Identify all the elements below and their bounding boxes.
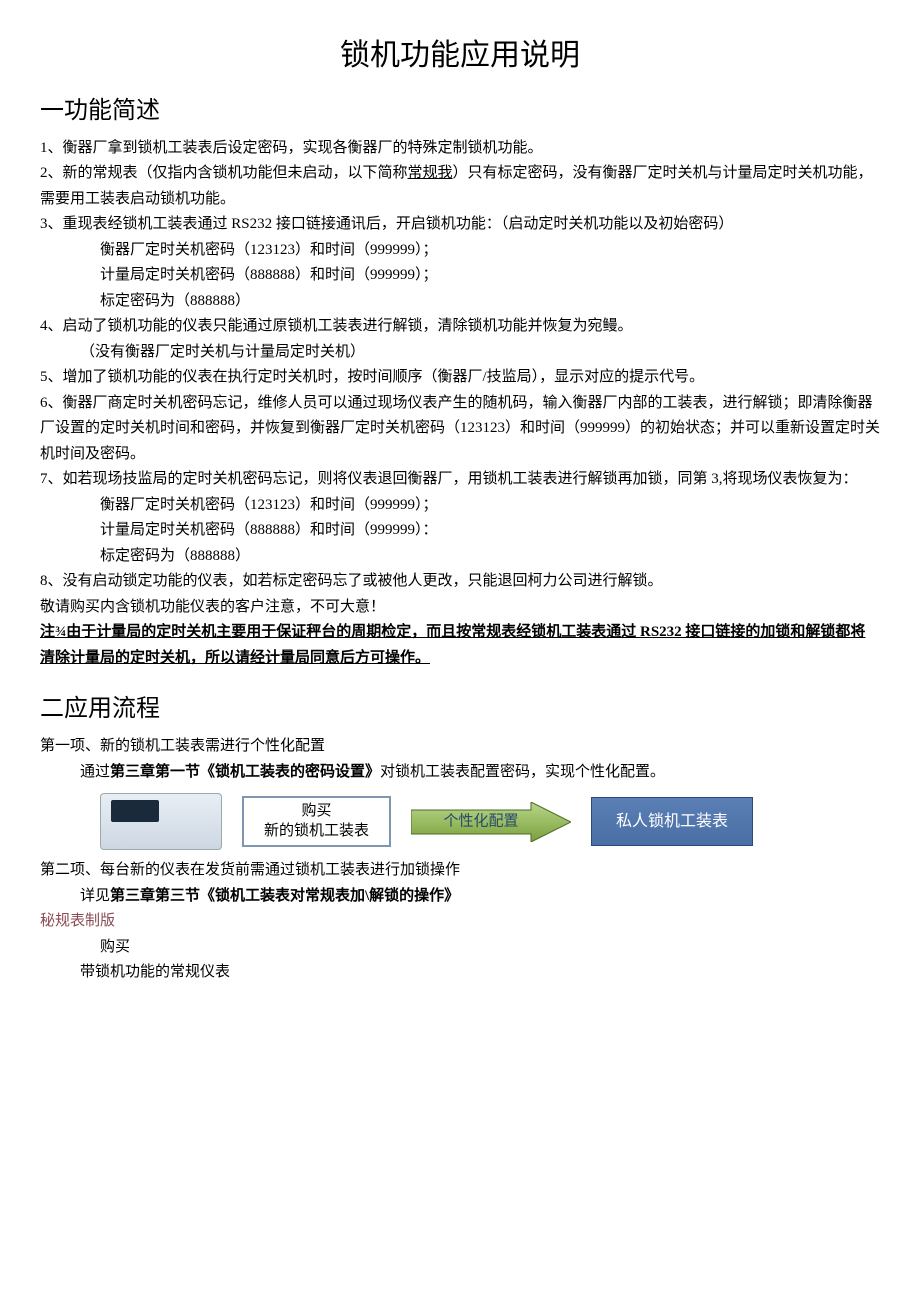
device-image <box>100 793 222 850</box>
section2-heading: 二应用流程 <box>40 689 880 730</box>
step2-buy: 购买 <box>100 935 880 961</box>
item-7b: 计量局定时关机密码（888888）和时间（999999）： <box>100 518 880 544</box>
flow-arrow-label: 个性化配置 <box>411 809 551 835</box>
doc-title: 锁机功能应用说明 <box>40 30 880 81</box>
item-2: 2、新的常规表（仅指内含锁机功能但未启动，以下简称常规我）只有标定密码，没有衡器… <box>40 161 880 212</box>
underlined-note: 注¾由于计量局的定时关机主要用于保证秤台的周期检定，而且按常规表经锁机工装表通过… <box>40 620 880 671</box>
caution-line: 敬请购买内含锁机功能仪表的客户注意，不可大意！ <box>40 595 880 621</box>
item-7c: 标定密码为（888888） <box>100 544 880 570</box>
reddish-text: 秘规表制版 <box>40 909 880 935</box>
section1-heading: 一功能简述 <box>40 91 880 132</box>
step1-desc-pre: 通过 <box>80 764 110 780</box>
step2-desc: 详见第三章第三节《锁机工装表对常规表加\解锁的操作》 <box>80 884 880 910</box>
item-8: 8、没有启动锁定功能的仪表，如若标定密码忘了或被他人更改，只能退回柯力公司进行解… <box>40 569 880 595</box>
flow-arrow: 个性化配置 <box>411 802 571 842</box>
item-7: 7、如若现场技监局的定时关机密码忘记，则将仪表退回衡器厂，用锁机工装表进行解锁再… <box>40 467 880 493</box>
item-2-underline: 常规我 <box>408 165 453 181</box>
item-4a: （没有衡器厂定时关机与计量局定时关机） <box>80 340 880 366</box>
item-7a: 衡器厂定时关机密码（123123）和时间（999999）； <box>100 493 880 519</box>
step1-desc: 通过第三章第一节《锁机工装表的密码设置》对锁机工装表配置密码，实现个性化配置。 <box>80 760 880 786</box>
item-5: 5、增加了锁机功能的仪表在执行定时关机时，按时间顺序（衡器厂/技监局），显示对应… <box>40 365 880 391</box>
step1-title: 第一项、新的锁机工装表需进行个性化配置 <box>40 734 880 760</box>
item-6: 6、衡器厂商定时关机密码忘记，维修人员可以通过现场仪表产生的随机码，输入衡器厂内… <box>40 391 880 468</box>
step2-desc-pre: 详见 <box>80 888 110 904</box>
flow-box-result: 私人锁机工装表 <box>591 797 753 846</box>
item-3c: 标定密码为（888888） <box>100 289 880 315</box>
step2-device: 带锁机功能的常规仪表 <box>80 960 880 986</box>
item-3a: 衡器厂定时关机密码（123123）和时间（999999）； <box>100 238 880 264</box>
item-2-a: 2、新的常规表（仅指内含锁机功能但未启动，以下简称 <box>40 165 408 181</box>
item-1: 1、衡器厂拿到锁机工装表后设定密码，实现各衡器厂的特殊定制锁机功能。 <box>40 136 880 162</box>
flow-box-buy: 购买 新的锁机工装表 <box>242 796 391 847</box>
step1-desc-post: 对锁机工装表配置密码，实现个性化配置。 <box>380 764 665 780</box>
step1-desc-bold: 第三章第一节《锁机工装表的密码设置》 <box>110 764 380 780</box>
flow-diagram: 购买 新的锁机工装表 个性化配置 私人锁机工装表 <box>100 793 880 850</box>
flow-box-buy-l1: 购买 <box>264 802 369 822</box>
step2-title: 第二项、每台新的仪表在发货前需通过锁机工装表进行加锁操作 <box>40 858 880 884</box>
item-3: 3、重现表经锁机工装表通过 RS232 接口链接通讯后，开启锁机功能：（启动定时… <box>40 212 880 238</box>
step2-desc-bold: 第三章第三节《锁机工装表对常规表加\解锁的操作》 <box>110 888 459 904</box>
item-4: 4、启动了锁机功能的仪表只能通过原锁机工装表进行解锁，清除锁机功能并恢复为宛鳗。 <box>40 314 880 340</box>
flow-box-buy-l2: 新的锁机工装表 <box>264 822 369 842</box>
item-3b: 计量局定时关机密码（888888）和时间（999999）； <box>100 263 880 289</box>
